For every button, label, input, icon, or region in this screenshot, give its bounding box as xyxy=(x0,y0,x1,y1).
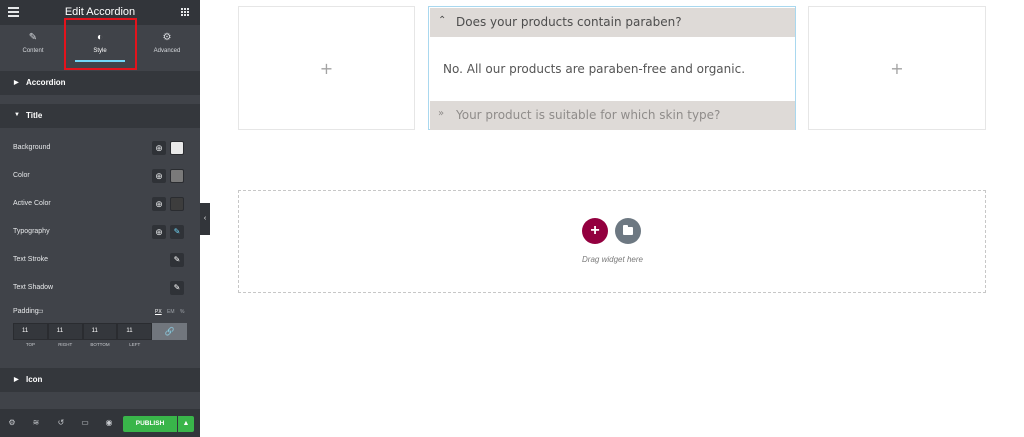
template-library-folder-icon[interactable] xyxy=(615,218,641,244)
accordion-widget[interactable]: ⌃ Does your products contain paraben? No… xyxy=(428,6,796,130)
row-background: Background ⊕ xyxy=(0,140,200,158)
empty-column-left[interactable]: + xyxy=(238,6,415,130)
section-accordion[interactable]: ▶ Accordion xyxy=(0,71,200,95)
title-color-swatch[interactable] xyxy=(170,169,184,183)
accordion-item-1-content: No. All our products are paraben-free an… xyxy=(443,62,746,76)
tab-content[interactable]: ✎ Content xyxy=(0,25,66,65)
drag-widget-hint: Drag widget here xyxy=(582,255,643,264)
globe-icon[interactable]: ⊕ xyxy=(152,225,166,239)
row-color: Color ⊕ xyxy=(0,168,200,186)
publish-button[interactable]: PUBLISH xyxy=(123,416,177,432)
section-title-label: Title xyxy=(26,111,43,120)
active-color-label: Active Color xyxy=(13,200,51,207)
text-stroke-edit-icon[interactable]: ✎ xyxy=(170,253,184,267)
row-text-stroke: Text Stroke ✎ xyxy=(0,252,200,270)
accordion-item-2-title: Your product is suitable for which skin … xyxy=(456,108,721,122)
accordion-item-1-title: Does your products contain paraben? xyxy=(456,15,682,29)
accordion-item-2[interactable]: » Your product is suitable for which ski… xyxy=(430,101,795,130)
globe-icon[interactable]: ⊕ xyxy=(152,141,166,155)
unit-em[interactable]: EM xyxy=(167,309,175,315)
padding-right-input[interactable]: 11 xyxy=(47,323,83,340)
padding-bottom-label: BOTTOM xyxy=(90,342,110,347)
padding-label: Padding xyxy=(13,308,39,315)
responsive-mode-icon[interactable]: ▭ xyxy=(80,418,90,427)
preview-eye-icon[interactable]: ◉ xyxy=(104,418,114,427)
tab-advanced[interactable]: ⚙ Advanced xyxy=(134,25,200,65)
add-widget-plus-icon[interactable]: + xyxy=(239,59,414,78)
active-color-swatch[interactable] xyxy=(170,197,184,211)
text-shadow-edit-icon[interactable]: ✎ xyxy=(170,281,184,295)
highlight-annotation-box xyxy=(64,18,137,70)
section-icon-label: Icon xyxy=(26,375,43,384)
section-accordion-label: Accordion xyxy=(26,78,66,87)
navigator-layers-icon[interactable]: ≋ xyxy=(31,418,41,427)
background-color-swatch[interactable] xyxy=(170,141,184,155)
padding-top-input[interactable]: 11 xyxy=(13,323,48,340)
accordion-item-1[interactable]: ⌃ Does your products contain paraben? xyxy=(430,8,795,37)
desktop-icon[interactable]: ▭ xyxy=(37,307,44,315)
padding-left-input[interactable]: 11 xyxy=(117,323,153,340)
section-title[interactable]: ▼ Title xyxy=(0,104,200,128)
history-icon[interactable]: ↺ xyxy=(56,418,66,427)
tab-content-label: Content xyxy=(22,48,44,54)
typography-label: Typography xyxy=(13,228,50,235)
section-icon[interactable]: ▶ Icon xyxy=(0,368,200,392)
globe-icon[interactable]: ⊕ xyxy=(152,169,166,183)
padding-bottom-input[interactable]: 11 xyxy=(82,323,118,340)
tab-advanced-label: Advanced xyxy=(153,48,181,54)
row-text-shadow: Text Shadow ✎ xyxy=(0,280,200,298)
row-active-color: Active Color ⊕ xyxy=(0,196,200,214)
unit-percent[interactable]: % xyxy=(180,309,184,315)
add-new-section-button[interactable]: + xyxy=(582,218,608,244)
panel-title: Edit Accordion xyxy=(64,6,136,18)
publish-options-chevron-up-icon[interactable]: ▲ xyxy=(178,416,194,432)
row-padding: Padding ▭ PX EM % xyxy=(0,304,200,322)
link-values-icon[interactable]: 🔗 xyxy=(152,323,187,340)
empty-column-right[interactable]: + xyxy=(808,6,986,130)
typography-edit-icon[interactable]: ✎ xyxy=(170,225,184,239)
collapse-panel-chevron-left-icon[interactable]: ‹ xyxy=(200,203,210,235)
row-typography: Typography ⊕ ✎ xyxy=(0,224,200,242)
new-section-dropzone[interactable] xyxy=(238,190,986,293)
pencil-icon: ✎ xyxy=(28,32,38,43)
background-label: Background xyxy=(13,144,51,151)
chevron-up-icon: ⌃ xyxy=(438,15,447,26)
color-label: Color xyxy=(13,172,30,179)
caret-down-icon: ▼ xyxy=(14,112,20,118)
editor-panel: Edit Accordion ✎ Content ◐ Style ⚙ Advan… xyxy=(0,0,200,437)
unit-px[interactable]: PX xyxy=(155,309,162,315)
padding-right-label: RIGHT xyxy=(58,342,73,347)
text-shadow-label: Text Shadow xyxy=(13,284,54,291)
padding-top-label: TOP xyxy=(25,342,35,347)
add-widget-plus-icon[interactable]: + xyxy=(809,59,985,78)
padding-labels: TOP RIGHT BOTTOM LEFT xyxy=(13,342,187,350)
widgets-grid-icon[interactable] xyxy=(181,8,190,17)
gear-icon: ⚙ xyxy=(162,32,172,43)
padding-inputs: 11 11 11 11 🔗 xyxy=(13,323,187,340)
caret-right-icon: ▶ xyxy=(14,377,19,383)
double-chevron-down-icon: » xyxy=(438,108,445,119)
settings-gear-icon[interactable]: ⚙ xyxy=(7,418,17,427)
text-stroke-label: Text Stroke xyxy=(13,256,49,263)
globe-icon[interactable]: ⊕ xyxy=(152,197,166,211)
padding-left-label: LEFT xyxy=(129,342,141,347)
caret-right-icon: ▶ xyxy=(14,80,19,86)
